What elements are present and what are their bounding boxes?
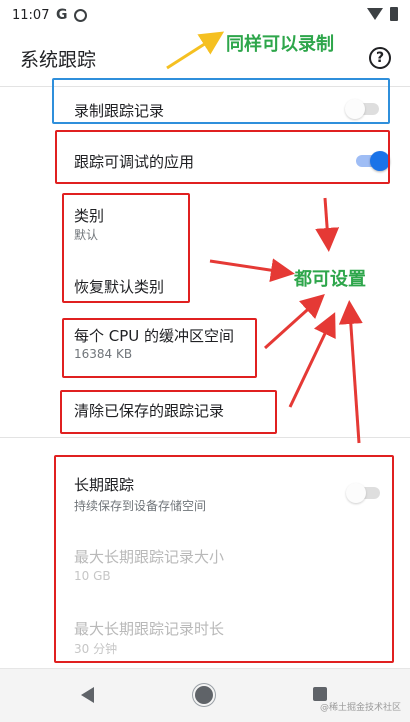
- navigation-bar: [0, 668, 410, 722]
- annotation-arrow-red: [209, 258, 295, 283]
- annotation-arrow-red: [288, 312, 336, 408]
- annotation-arrow-red: [263, 293, 325, 350]
- annotation-arrow-red: [338, 300, 363, 444]
- home-icon[interactable]: [195, 686, 213, 704]
- annotation-arrow-red: [315, 197, 340, 252]
- recents-icon[interactable]: [313, 687, 327, 701]
- annotation-arrows: [166, 31, 363, 444]
- back-icon[interactable]: [81, 687, 94, 703]
- watermark: @稀土掘金技术社区: [320, 703, 402, 713]
- annotation-arrow-yellow: [166, 31, 225, 70]
